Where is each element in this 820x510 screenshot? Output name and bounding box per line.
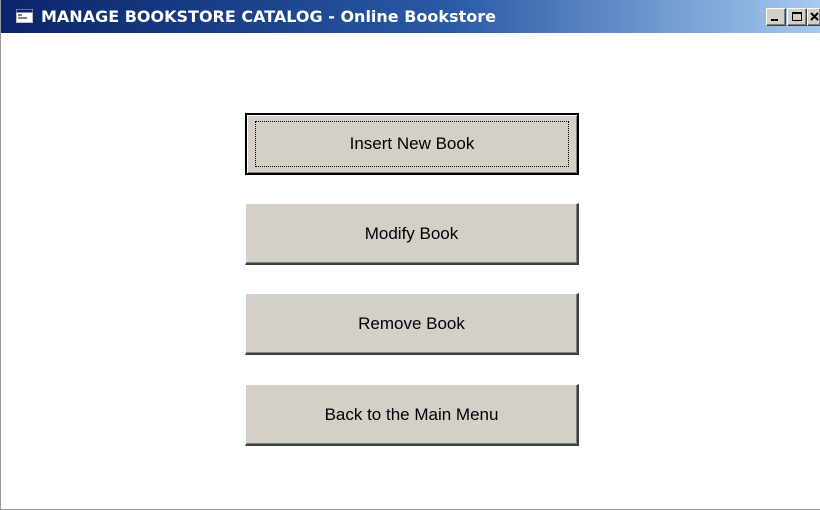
remove-book-button[interactable]: Remove Book [245, 293, 579, 355]
maximize-icon [792, 12, 802, 21]
window-app-icon[interactable] [16, 9, 34, 24]
insert-new-book-button[interactable]: Insert New Book [245, 113, 579, 175]
minimize-button[interactable] [766, 8, 786, 26]
close-icon [810, 12, 819, 21]
modify-book-label: Modify Book [364, 223, 459, 243]
app-window: MANAGE BOOKSTORE CATALOG - Online Bookst… [0, 0, 820, 510]
back-to-main-menu-button[interactable]: Back to the Main Menu [245, 384, 579, 446]
minimize-icon [771, 19, 778, 21]
close-button[interactable] [807, 8, 820, 26]
remove-book-label: Remove Book [358, 313, 465, 333]
maximize-button[interactable] [787, 8, 807, 26]
title-bar[interactable]: MANAGE BOOKSTORE CATALOG - Online Bookst… [1, 0, 820, 33]
back-to-main-menu-label: Back to the Main Menu [324, 404, 499, 424]
insert-new-book-label: Insert New Book [349, 134, 475, 153]
window-title: MANAGE BOOKSTORE CATALOG - Online Bookst… [41, 7, 496, 26]
modify-book-button[interactable]: Modify Book [245, 203, 579, 265]
